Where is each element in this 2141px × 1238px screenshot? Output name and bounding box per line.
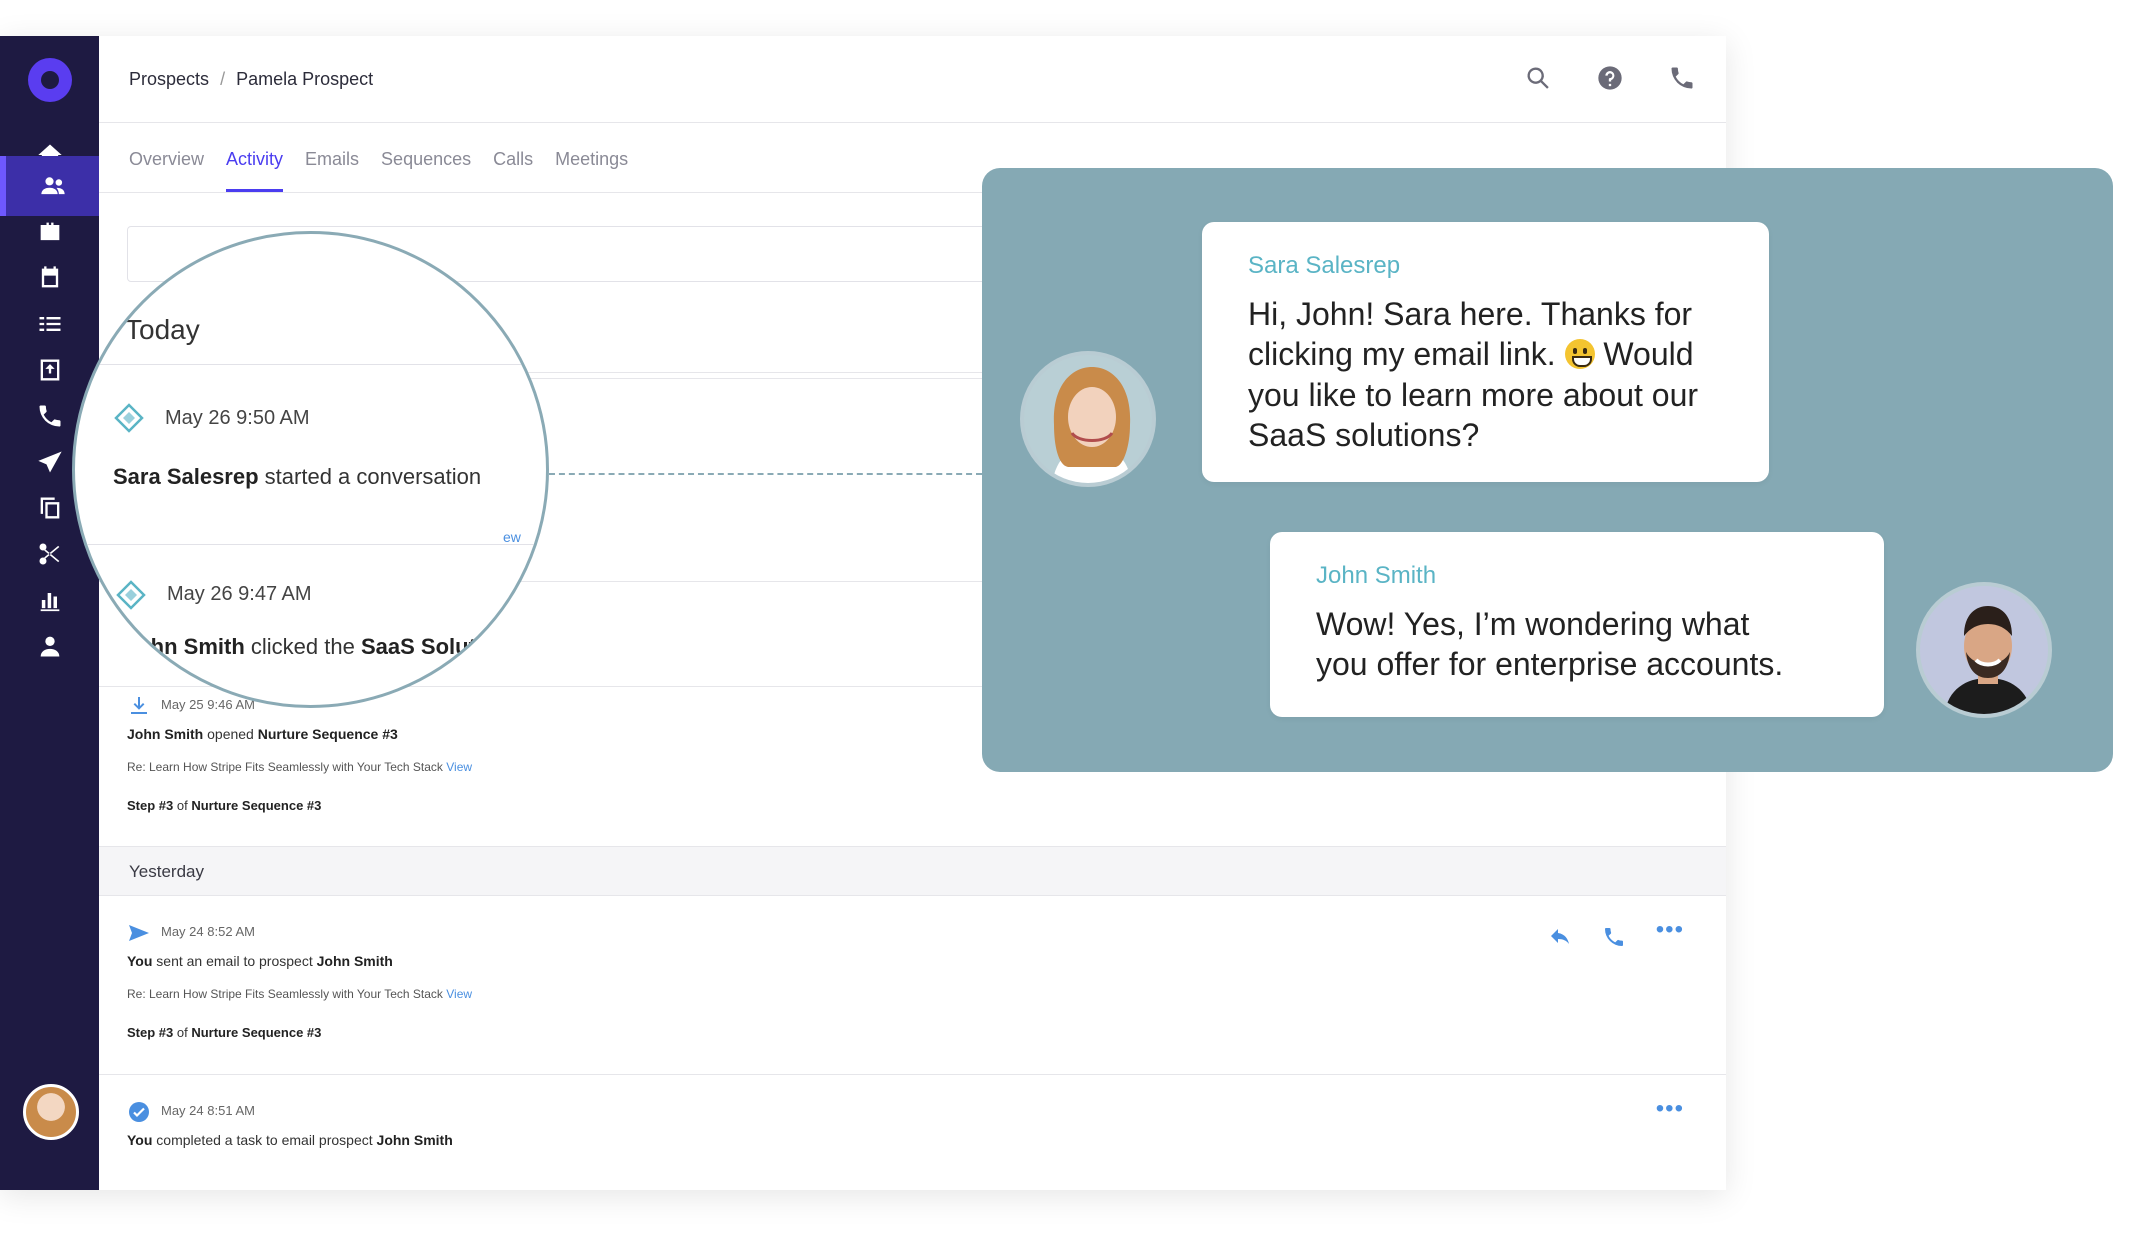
view-link[interactable]: View <box>446 987 472 1001</box>
sequence-link[interactable]: Nurture Sequence #3 <box>191 798 321 813</box>
help-icon[interactable] <box>1596 64 1624 92</box>
conversation-icon <box>116 580 146 610</box>
activity-text: You completed a task to email prospect J… <box>127 1132 453 1148</box>
row-actions: ••• <box>1656 1097 1684 1121</box>
send-icon <box>129 925 149 941</box>
view-link[interactable]: ew <box>503 529 521 545</box>
chat-sender: Sara Salesrep <box>1248 252 1401 279</box>
chat-panel: Sara Salesrep Hi, John! Sara here. Thank… <box>982 168 2113 772</box>
chat-line: you offer for enterprise accounts. <box>1316 646 1784 683</box>
activity-action: sent an email to prospect <box>156 953 313 969</box>
chat-line: you like to learn more about our <box>1248 376 1699 413</box>
activity-actor[interactable]: John Smith <box>127 726 203 742</box>
tab-activity[interactable]: Activity <box>226 149 284 192</box>
sequence-link[interactable]: Nurture Sequence #3 <box>191 1025 321 1040</box>
zoom-actor[interactable]: Sara Salesrep <box>113 464 259 489</box>
user-icon[interactable] <box>0 616 99 676</box>
tab-overview[interactable]: Overview <box>129 149 204 192</box>
activity-item: May 24 8:52 AM You sent an email to pros… <box>127 924 472 1040</box>
topbar: Prospects / Pamela Prospect <box>99 36 1726 123</box>
activity-step: Step #3 of Nurture Sequence #3 <box>127 798 472 813</box>
step-of: of <box>176 798 188 813</box>
row-actions: ••• <box>1548 918 1684 949</box>
more-icon[interactable]: ••• <box>1656 918 1684 949</box>
chat-line: SaaS solutions? <box>1248 416 1480 453</box>
more-icon[interactable]: ••• <box>1656 1097 1684 1121</box>
sidebar <box>0 36 99 1190</box>
divider <box>75 544 546 545</box>
zoom-group-heading: Today <box>125 314 200 345</box>
activity-object[interactable]: John Smith <box>317 953 393 969</box>
john-avatar <box>1916 582 2052 718</box>
activity-time: May 24 8:51 AM <box>161 1103 255 1118</box>
top-actions <box>1524 64 1696 92</box>
chat-line: clicking my email link. Would <box>1248 334 1723 374</box>
zoom-activity-text: John Smith clicked the SaaS Solutio <box>125 634 495 660</box>
chat-text: clicking my email link. <box>1248 336 1556 373</box>
email-subject: Re: Learn How Stripe Fits Seamlessly wit… <box>127 760 443 774</box>
activity-action: completed a task to email prospect <box>156 1132 373 1148</box>
breadcrumb: Prospects / Pamela Prospect <box>129 69 373 90</box>
chat-message: Hi, John! Sara here. Thanks for clicking… <box>1248 294 1723 455</box>
breadcrumb-current: Pamela Prospect <box>236 68 374 89</box>
activity-subject: Re: Learn How Stripe Fits Seamlessly wit… <box>127 987 472 1001</box>
zoom-activity-text: Sara Salesrep started a conversation <box>113 464 481 490</box>
group-label: Yesterday <box>129 862 204 881</box>
chat-sender: John Smith <box>1316 562 1437 589</box>
activity-subject: Re: Learn How Stripe Fits Seamlessly wit… <box>127 760 472 774</box>
chat-line: Hi, John! Sara here. Thanks for <box>1248 296 1693 332</box>
reply-icon[interactable] <box>1548 925 1572 949</box>
zoom-object[interactable]: SaaS Solutio <box>361 634 495 659</box>
sara-avatar <box>1020 351 1156 487</box>
step-of: of <box>176 1025 188 1040</box>
check-circle-icon <box>129 1102 149 1122</box>
chat-line: Wow! Yes, I’m wondering what <box>1316 606 1750 642</box>
activity-item: May 25 9:46 AM John Smith opened Nurture… <box>127 697 472 813</box>
email-subject: Re: Learn How Stripe Fits Seamlessly wit… <box>127 987 443 1001</box>
zoom-actor[interactable]: John Smith <box>125 634 245 659</box>
app-logo[interactable] <box>28 58 72 102</box>
activity-object[interactable]: John Smith <box>377 1132 453 1148</box>
zoom-action: started a conversation <box>264 464 482 489</box>
download-icon <box>131 697 147 714</box>
grin-emoji-icon <box>1564 339 1595 370</box>
activity-actor: You <box>127 953 153 969</box>
tab-sequences[interactable]: Sequences <box>381 149 471 192</box>
step-label: Step #3 <box>127 1025 174 1040</box>
tab-calls[interactable]: Calls <box>493 149 533 192</box>
connector-line <box>549 473 982 475</box>
divider <box>75 364 546 365</box>
step-label: Step #3 <box>127 798 174 813</box>
chat-text: Would <box>1603 336 1694 373</box>
view-link[interactable]: View <box>446 760 472 774</box>
breadcrumb-parent[interactable]: Prospects <box>129 69 209 89</box>
phone-icon[interactable] <box>1602 925 1626 949</box>
tab-meetings[interactable]: Meetings <box>555 149 628 192</box>
group-header-yesterday: Yesterday <box>99 846 1726 896</box>
tab-emails[interactable]: Emails <box>305 149 359 192</box>
activity-time: May 24 8:52 AM <box>161 924 255 939</box>
divider <box>99 1074 1726 1075</box>
activity-item: May 24 8:51 AM You completed a task to e… <box>127 1102 453 1148</box>
conversation-icon <box>114 403 144 433</box>
chat-bubble-john: John Smith Wow! Yes, I’m wondering what … <box>1270 532 1884 717</box>
activity-action: opened <box>207 726 254 742</box>
chat-bubble-sara: Sara Salesrep Hi, John! Sara here. Thank… <box>1202 222 1769 482</box>
breadcrumb-separator: / <box>220 68 226 89</box>
activity-text: You sent an email to prospect John Smith <box>127 953 472 969</box>
user-avatar[interactable] <box>23 1084 79 1140</box>
zoom-magnifier: Today May 26 9:50 AM Sara Salesrep start… <box>72 231 549 708</box>
activity-text: John Smith opened Nurture Sequence #3 <box>127 726 472 742</box>
zoom-action: clicked the <box>250 634 355 659</box>
phone-icon[interactable] <box>1668 64 1696 92</box>
chat-message: Wow! Yes, I’m wondering what you offer f… <box>1316 604 1838 685</box>
search-icon[interactable] <box>1524 64 1552 92</box>
activity-object[interactable]: Nurture Sequence #3 <box>258 726 398 742</box>
zoom-time: May 26 9:47 AM <box>167 583 312 605</box>
activity-actor: You <box>127 1132 153 1148</box>
zoom-time: May 26 9:50 AM <box>165 407 310 429</box>
activity-step: Step #3 of Nurture Sequence #3 <box>127 1025 472 1040</box>
